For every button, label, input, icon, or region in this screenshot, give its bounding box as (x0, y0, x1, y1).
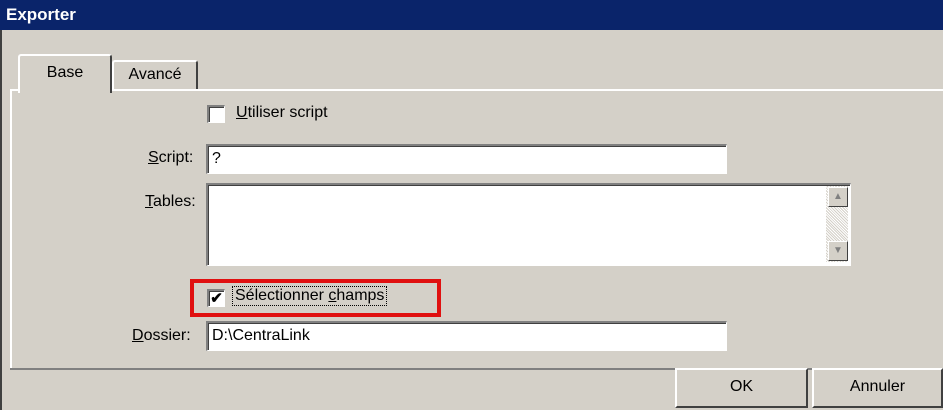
window-titlebar[interactable]: Exporter (0, 0, 943, 30)
scroll-up-glyph: ▲ (833, 191, 843, 202)
ok-button[interactable]: OK (675, 368, 808, 408)
ok-button-label: OK (729, 378, 754, 395)
scroll-down-glyph: ▼ (833, 245, 843, 256)
folder-hotkey: D (132, 327, 144, 344)
tab-base-label: Base (46, 64, 84, 81)
scroll-down-icon[interactable]: ▼ (828, 241, 848, 261)
tables-textarea[interactable] (206, 183, 851, 266)
script-hotkey: S (148, 149, 159, 166)
tables-hotkey: T (145, 193, 153, 210)
highlight-box (190, 279, 441, 317)
tab-avance-label: Avancé (128, 66, 182, 83)
use-script-checkbox[interactable] (207, 105, 225, 123)
cancel-button[interactable]: Annuler (812, 368, 943, 408)
tables-label: Tables: (145, 193, 196, 211)
use-script-label-rest: tiliser script (247, 104, 328, 121)
script-input[interactable]: ? (206, 144, 727, 174)
tab-base[interactable]: Base (18, 54, 112, 93)
window-title: Exporter (6, 5, 76, 24)
folder-input-value: D:\CentraLink (212, 327, 310, 344)
script-label-rest: cript: (158, 149, 194, 166)
script-input-value: ? (212, 150, 221, 167)
folder-input[interactable]: D:\CentraLink (206, 321, 727, 351)
cancel-button-label: Annuler (849, 378, 906, 395)
use-script-label[interactable]: Utiliser script (236, 104, 328, 122)
script-label: Script: (148, 149, 193, 167)
tab-avance[interactable]: Avancé (112, 60, 198, 90)
scroll-up-icon[interactable]: ▲ (828, 187, 848, 207)
use-script-hotkey: U (236, 104, 248, 121)
folder-label: Dossier: (132, 327, 191, 345)
tables-label-rest: ables: (153, 193, 196, 210)
folder-label-rest: ossier: (143, 327, 191, 344)
